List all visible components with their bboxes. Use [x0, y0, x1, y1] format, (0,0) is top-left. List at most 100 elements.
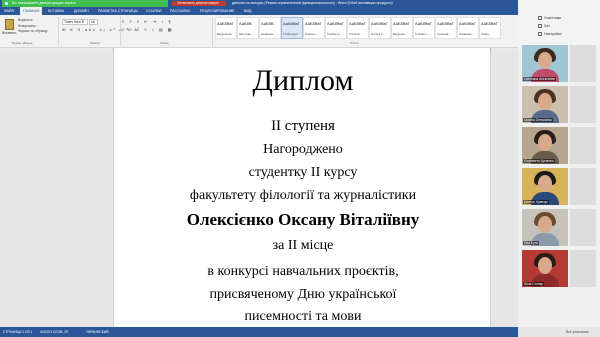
desktop: Вы показываете демонстрацию экрана Остан… [0, 0, 600, 337]
participant-video-tile[interactable]: Светлана Алексеева [522, 45, 568, 82]
style-name: Заголово... [239, 32, 254, 36]
style-sample: АаБбВвГ [415, 21, 432, 26]
participants-icon [538, 16, 542, 20]
chat-button[interactable]: Чат [544, 24, 550, 28]
style-item[interactable]: АаБбВ Название [259, 17, 281, 39]
settings-button[interactable]: Настройки [544, 32, 562, 36]
style-item[interactable]: АаБбВвГ Сильная... [435, 17, 457, 39]
participant-face [538, 175, 552, 192]
style-item[interactable]: АаБбВвГ Название... [457, 17, 479, 39]
style-sample: АаБбВвГ [327, 21, 344, 26]
participant-face [538, 93, 552, 110]
tab-insert[interactable]: ВСТАВКА [48, 7, 64, 15]
word-count[interactable]: ЧИСЛО СЛОВ: 29 [40, 327, 68, 337]
style-sample: АаБбВвГ [305, 21, 322, 26]
clipboard-group-label: Буфер обмена [12, 41, 33, 45]
participant-face [538, 257, 552, 274]
divider [58, 17, 59, 46]
status-bar: СТРАНИЦА 1 ИЗ 1 ЧИСЛО СЛОВ: 29 УКРАИНСКИ… [0, 327, 518, 337]
styles-gallery: АаБбВвГ Выделение АаБбВ Заголово... АаБбВ Н… [215, 17, 511, 39]
participant-video-tile[interactable]: Юлія Столяр [522, 250, 568, 287]
tab-references[interactable]: ССЫЛКИ [146, 7, 161, 15]
style-sample: АаБбВвГ [459, 21, 476, 26]
ribbon-tabs: ФАЙЛ ГЛАВНАЯ ВСТАВКА ДИЗАЙН РАЗМЕТКА СТР… [0, 7, 518, 15]
participant-face [538, 52, 552, 69]
settings-icon [538, 32, 542, 36]
style-name: Подзаго... [305, 32, 318, 36]
page-count[interactable]: СТРАНИЦА 1 ИЗ 1 [3, 327, 32, 337]
paragraph-group-label: Абзац [160, 41, 169, 45]
clipboard-icon [5, 19, 14, 30]
style-name: Сильная... [437, 32, 451, 36]
format-painter-button[interactable]: Формат по образцу [18, 29, 48, 35]
style-name: Абзац... [481, 32, 492, 36]
divider [212, 17, 213, 46]
tab-page-layout[interactable]: РАЗМЕТКА СТРАНИЦЫ [98, 7, 138, 15]
style-item[interactable]: АаБбВвГ Подзаго... [303, 17, 325, 39]
styles-group-label: Стили [350, 41, 359, 45]
style-sample: АаБбВ [261, 21, 274, 26]
paste-button[interactable]: Вставить [2, 17, 16, 39]
style-sample: АаБбВвГ [217, 21, 234, 26]
tab-home[interactable]: ГЛАВНАЯ [20, 7, 43, 15]
doc-line: писемності та мови [244, 309, 362, 324]
recipient-name: Олексієнко Оксану Віталіївну [186, 210, 420, 229]
participant-video-tile[interactable]: Оксана Олексієнко [522, 86, 568, 123]
video-conference-panel: Участники Чат Настройки Светлана Алексее… [518, 0, 600, 337]
style-name: Слабая с... [415, 32, 430, 36]
style-item[interactable]: АаБбВвГ Абзац... [479, 17, 501, 39]
style-sample: АаБбВвГ [481, 21, 498, 26]
panel-footer: Все участники [518, 327, 600, 337]
share-dot-icon [5, 2, 8, 5]
style-name: Выделен... [393, 32, 408, 36]
document-page[interactable]: Диплом ІІ ступеня Нагороджено студентку … [113, 52, 491, 327]
doc-line: в конкурсі навчальних проєктів, [207, 264, 399, 279]
stop-share-button[interactable]: Остановить демонстрацию [172, 1, 226, 6]
language-indicator[interactable]: УКРАИНСКИЙ [86, 327, 109, 337]
participant-name: Светлана Алексеева [523, 77, 556, 81]
style-item[interactable]: АаБбВвГ Слабое в... [325, 17, 347, 39]
style-item[interactable]: АаБбВ Заголово... [237, 17, 259, 39]
share-status-text: Вы показываете демонстрацию экрана [12, 1, 76, 5]
style-sample: АаБбВвГ [393, 21, 410, 26]
diploma-title: Диплом [252, 64, 354, 97]
style-item[interactable]: АаБбВвГ Строгий [347, 17, 369, 39]
style-sample: АаБбВ [239, 21, 252, 26]
panel-header: Участники Чат Настройки [518, 0, 600, 46]
doc-line: студентку ІІ курсу [248, 165, 358, 180]
tab-view[interactable]: ВИД [244, 7, 251, 15]
document-canvas: Диплом ІІ ступеня Нагороджено студентку … [0, 52, 518, 327]
chat-icon [538, 24, 542, 28]
font-size-field[interactable]: 16 [89, 19, 98, 25]
screen-share-indicator: Вы показываете демонстрацию экрана [2, 0, 168, 7]
style-item[interactable]: АаБбВвГ Слабая с... [413, 17, 435, 39]
style-item[interactable]: АаБбВвГ Выделен... [391, 17, 413, 39]
font-name-field[interactable]: Times New R [62, 19, 88, 25]
participant-name: Єлизавета Бугаєнко [523, 159, 555, 163]
style-item[interactable]: АаБбВвГ Выделение [215, 17, 237, 39]
style-name: ¶ Обычный [283, 32, 298, 36]
document-title: диплом на конкурс (Режим ограниченной фу… [232, 1, 393, 5]
participant-video-tile[interactable]: Дмитро Кравчук [522, 168, 568, 205]
tab-mailings[interactable]: РАССЫЛКИ [170, 7, 190, 15]
tab-review[interactable]: РЕЦЕНЗИРОВАНИЕ [200, 7, 235, 15]
style-item-selected[interactable]: АаБбВвГ ¶ Обычный [281, 17, 303, 39]
style-name: Строгий [349, 32, 360, 36]
participant-name: Юлія Столяр [523, 282, 545, 286]
participant-video-tile[interactable]: Єлизавета Бугаєнко [522, 127, 568, 164]
tile-side-area [570, 45, 596, 82]
style-item[interactable]: АаБбВвГ Цитата 2 [369, 17, 391, 39]
align-buttons[interactable]: ≡ ≡ ≡ ≡ ↕ ▤ ▦ [122, 27, 212, 32]
participant-face [538, 134, 552, 151]
tab-design[interactable]: ДИЗАЙН [74, 7, 89, 15]
style-name: Название... [459, 32, 474, 36]
list-buttons[interactable]: ≡ ≡ ≡ ⇤ ⇥ ↕ ¶ [122, 19, 212, 24]
participant-video-tile[interactable]: Ліза Бута [522, 209, 568, 246]
tab-file[interactable]: ФАЙЛ [0, 7, 18, 15]
doc-line: присвяченому Дню української [209, 287, 397, 302]
doc-line: ІІ ступеня [271, 118, 335, 134]
participants-button[interactable]: Участники [544, 16, 561, 20]
style-name: Слабое в... [327, 32, 342, 36]
style-name: Цитата 2 [371, 32, 383, 36]
participant-face [538, 216, 552, 233]
